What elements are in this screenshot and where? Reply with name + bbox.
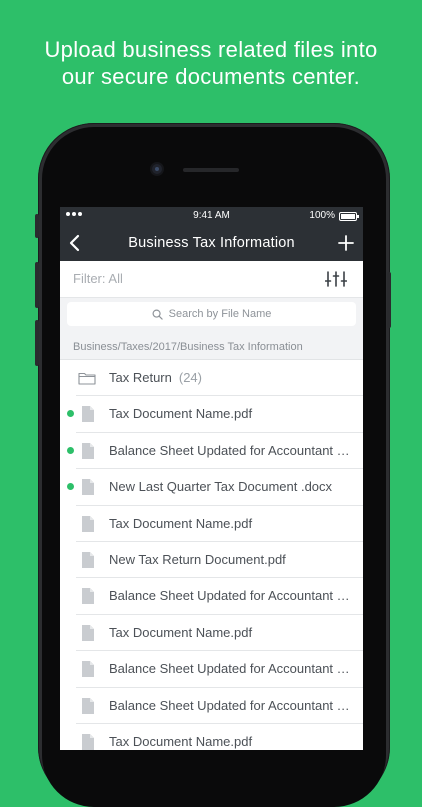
file-name: Balance Sheet Updated for Accountant Rev… (109, 588, 355, 604)
file-row[interactable]: Tax Document Name.pdf (60, 396, 363, 433)
search-input[interactable]: Search by File Name (67, 302, 356, 326)
folder-icon (78, 372, 96, 385)
file-name: Tax Document Name.pdf (109, 406, 253, 422)
file-name: Tax Document Name.pdf (109, 624, 253, 640)
document-icon (82, 406, 94, 423)
front-camera (152, 164, 162, 174)
phone-side-button-power (387, 272, 391, 328)
earpiece-speaker (183, 168, 239, 172)
file-row[interactable]: New Last Quarter Tax Document .docx (60, 469, 363, 506)
document-icon (82, 697, 94, 714)
document-icon (82, 479, 94, 496)
document-icon (82, 661, 94, 678)
file-row[interactable]: Tax Document Name.pdf (60, 615, 363, 652)
document-icon (82, 624, 94, 641)
phone-side-button-silent (35, 214, 39, 238)
headline-line-2: our secure documents center. (61, 64, 361, 89)
file-row[interactable]: Tax Document Name.pdf (60, 724, 363, 750)
breadcrumb: Business/Taxes/2017/Business Tax Informa… (60, 336, 363, 360)
nav-bar: Business Tax Information (60, 225, 363, 261)
marketing-headline: Upload business related files into our s… (0, 36, 422, 90)
new-file-indicator (67, 446, 74, 454)
battery-icon (339, 212, 359, 221)
file-name: Balance Sheet Updated for Accountant Rev… (109, 442, 355, 458)
file-name: New Tax Return Document.pdf (109, 551, 286, 567)
file-name: New Last Quarter Tax Document .docx (109, 479, 333, 495)
new-file-indicator (67, 410, 74, 418)
filter-bar[interactable]: Filter: All (60, 261, 363, 298)
file-row[interactable]: Tax Document Name.pdf (60, 506, 363, 542)
sliders-icon[interactable] (325, 270, 347, 288)
page-title: Business Tax Information (128, 235, 295, 251)
app-screen: 9:41 AM 100% Business Tax Information Fi… (60, 207, 363, 750)
file-name: Tax Document Name.pdf (109, 733, 253, 749)
document-icon (82, 442, 94, 459)
document-icon (82, 551, 94, 568)
search-area: Search by File Name (60, 298, 363, 336)
folder-count: (24) (178, 370, 202, 385)
folder-name-wrap: Tax Return (24) (109, 360, 355, 396)
phone-side-button-volume-up (35, 262, 39, 308)
magnifier-icon (152, 309, 163, 320)
headline-line-1: Upload business related files into (44, 37, 378, 62)
phone-side-button-volume-down (35, 320, 39, 366)
file-row[interactable]: Balance Sheet Updated for Accountant Rev… (60, 688, 363, 724)
file-name: Balance Sheet Updated for Accountant Rev… (109, 661, 355, 677)
file-list: Tax Return (24) Tax Document Name.pdf Bala… (60, 360, 363, 750)
file-name: Balance Sheet Updated for Accountant Rev… (109, 697, 355, 713)
document-icon (82, 733, 94, 750)
filter-label[interactable]: Filter: All (73, 261, 123, 297)
file-row[interactable]: Balance Sheet Updated for Accountant Rev… (60, 433, 363, 470)
file-name: Tax Document Name.pdf (109, 515, 253, 531)
document-icon (82, 588, 94, 605)
new-file-indicator (67, 483, 74, 491)
file-row[interactable]: Balance Sheet Updated for Accountant Rev… (60, 651, 363, 688)
battery-percent: 100% (309, 210, 335, 221)
breadcrumb-path: Business/Taxes/2017/Business Tax Informa… (73, 341, 303, 353)
folder-row[interactable]: Tax Return (24) (60, 360, 363, 397)
status-bar: 9:41 AM 100% (60, 207, 363, 225)
folder-name: Tax Return (109, 370, 172, 385)
plus-icon[interactable] (337, 234, 355, 252)
search-placeholder: Search by File Name (168, 308, 272, 320)
document-icon (82, 515, 94, 532)
file-row[interactable]: Balance Sheet Updated for Accountant Rev… (60, 578, 363, 615)
file-row[interactable]: New Tax Return Document.pdf (60, 542, 363, 579)
